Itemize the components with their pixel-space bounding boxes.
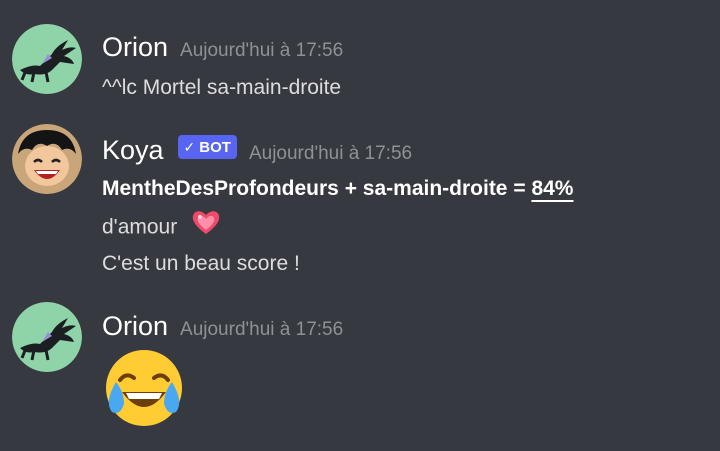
message-text: ^^lc Mortel sa-main-droite [102, 76, 342, 99]
dragon-avatar-icon [12, 302, 82, 372]
sparkling-heart-icon [191, 208, 221, 248]
joy-emoji-icon [102, 346, 186, 435]
avatar[interactable] [12, 24, 82, 94]
bot-badge: ✓ BOT [177, 135, 237, 159]
match-percent: 84% [531, 177, 574, 200]
luffy-avatar-icon [12, 124, 82, 194]
message-line-2: d'amour [102, 208, 221, 248]
message-line-1: MentheDesProfondeurs + sa-main-droite = … [102, 171, 573, 207]
check-icon: ✓ [183, 138, 196, 155]
match-text: MentheDesProfondeurs + sa-main-droite = [102, 177, 532, 200]
username[interactable]: Orion [102, 30, 168, 64]
timestamp: Aujourd'hui à 17:56 [180, 319, 344, 340]
username[interactable]: Koya [102, 133, 164, 167]
avatar[interactable] [12, 124, 82, 194]
bot-badge-label: BOT [199, 138, 231, 156]
chat-messages: Orion Aujourd'hui à 17:56 ^^lc Mortel sa… [0, 0, 720, 451]
timestamp: Aujourd'hui à 17:56 [180, 40, 344, 61]
dragon-avatar-icon [12, 24, 82, 94]
avatar[interactable] [12, 302, 82, 372]
love-text: d'amour [102, 215, 178, 239]
message-line-3: C'est un beau score ! [102, 252, 300, 275]
username[interactable]: Orion [102, 309, 168, 343]
timestamp: Aujourd'hui à 17:56 [248, 143, 413, 164]
